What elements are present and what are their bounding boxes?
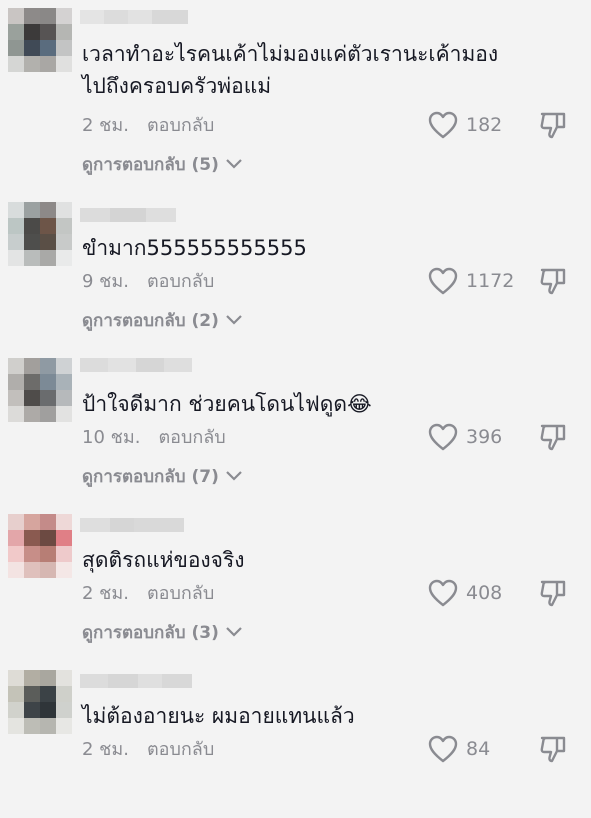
comment-time: 9 ชม.	[82, 271, 129, 292]
comment-time: 10 ชม.	[82, 427, 141, 448]
comment-text: สุดติรถแห่ของจริง	[82, 548, 245, 572]
comment-meta: 9 ชม. ตอบกลับ	[82, 268, 214, 296]
comment-meta: 10 ชม. ตอบกลับ	[82, 424, 226, 452]
username-blurred[interactable]	[80, 10, 188, 24]
dislike-icon[interactable]	[538, 266, 568, 296]
dislike-icon[interactable]	[538, 734, 568, 764]
comment-text: เวลาทำอะไรคนเค้าไม่มองแค่ตัวเรานะเค้ามอง…	[82, 42, 499, 98]
comment-item: ป้าใจดีมาก ช่วยคนโดนไฟดูด😂 10 ชม. ตอบกลั…	[0, 350, 591, 506]
comment-text: ขำมาก555555555555	[82, 236, 307, 260]
comment-text: ไม่ต้องอายนะ ผมอายแทนแล้ว	[82, 704, 355, 728]
heart-icon	[428, 423, 458, 451]
chevron-down-icon	[226, 315, 242, 325]
like-button[interactable]: 396	[428, 422, 502, 452]
username-blurred[interactable]	[80, 518, 184, 532]
view-replies-label: ดูการตอบกลับ (2)	[82, 310, 219, 331]
view-replies-label: ดูการตอบกลับ (5)	[82, 154, 219, 175]
view-replies-label: ดูการตอบกลับ (7)	[82, 466, 219, 487]
like-count: 84	[466, 738, 491, 760]
comment-time: 2 ชม.	[82, 739, 129, 760]
username-blurred[interactable]	[80, 358, 192, 372]
comment-time: 2 ชม.	[82, 583, 129, 604]
view-replies-label: ดูการตอบกลับ (3)	[82, 622, 219, 643]
heart-icon	[428, 267, 458, 295]
like-button[interactable]: 408	[428, 578, 502, 608]
chevron-down-icon	[226, 627, 242, 637]
like-count: 182	[466, 114, 503, 136]
reply-button[interactable]: ตอบกลับ	[158, 424, 225, 452]
like-button[interactable]: 182	[428, 110, 502, 140]
like-count: 1172	[466, 270, 515, 292]
view-replies-button[interactable]: ดูการตอบกลับ (5)	[82, 150, 243, 178]
dislike-icon[interactable]	[538, 422, 568, 452]
comment-meta: 2 ชม. ตอบกลับ	[82, 112, 214, 140]
comment-item: ขำมาก555555555555 9 ชม. ตอบกลับ 1172 ดูก…	[0, 194, 591, 350]
comment-time: 2 ชม.	[82, 115, 129, 136]
username-blurred[interactable]	[80, 208, 176, 222]
like-button[interactable]: 1172	[428, 266, 514, 296]
reply-button[interactable]: ตอบกลับ	[147, 580, 214, 608]
like-button[interactable]: 84	[428, 734, 490, 764]
comment-meta: 2 ชม. ตอบกลับ	[82, 736, 214, 764]
avatar[interactable]	[8, 670, 72, 734]
view-replies-button[interactable]: ดูการตอบกลับ (3)	[82, 618, 243, 646]
reply-button[interactable]: ตอบกลับ	[147, 112, 214, 140]
heart-icon	[428, 579, 458, 607]
avatar[interactable]	[8, 514, 72, 578]
comment-item: เวลาทำอะไรคนเค้าไม่มองแค่ตัวเรานะเค้ามอง…	[0, 0, 591, 175]
heart-icon	[428, 735, 458, 763]
reply-button[interactable]: ตอบกลับ	[147, 736, 214, 764]
view-replies-button[interactable]: ดูการตอบกลับ (7)	[82, 462, 243, 490]
avatar[interactable]	[8, 202, 72, 266]
view-replies-button[interactable]: ดูการตอบกลับ (2)	[82, 306, 243, 334]
chevron-down-icon	[226, 159, 242, 169]
like-count: 396	[466, 426, 503, 448]
avatar[interactable]	[8, 8, 72, 72]
username-blurred[interactable]	[80, 674, 192, 688]
dislike-icon[interactable]	[538, 578, 568, 608]
heart-icon	[428, 111, 458, 139]
comment-text: ป้าใจดีมาก ช่วยคนโดนไฟดูด😂	[82, 392, 372, 416]
reply-button[interactable]: ตอบกลับ	[147, 268, 214, 296]
like-count: 408	[466, 582, 503, 604]
comment-item: สุดติรถแห่ของจริง 2 ชม. ตอบกลับ 408 ดูกา…	[0, 506, 591, 662]
dislike-icon[interactable]	[538, 110, 568, 140]
chevron-down-icon	[226, 471, 242, 481]
comment-item: ไม่ต้องอายนะ ผมอายแทนแล้ว 2 ชม. ตอบกลับ …	[0, 662, 591, 818]
avatar[interactable]	[8, 358, 72, 422]
comment-meta: 2 ชม. ตอบกลับ	[82, 580, 214, 608]
